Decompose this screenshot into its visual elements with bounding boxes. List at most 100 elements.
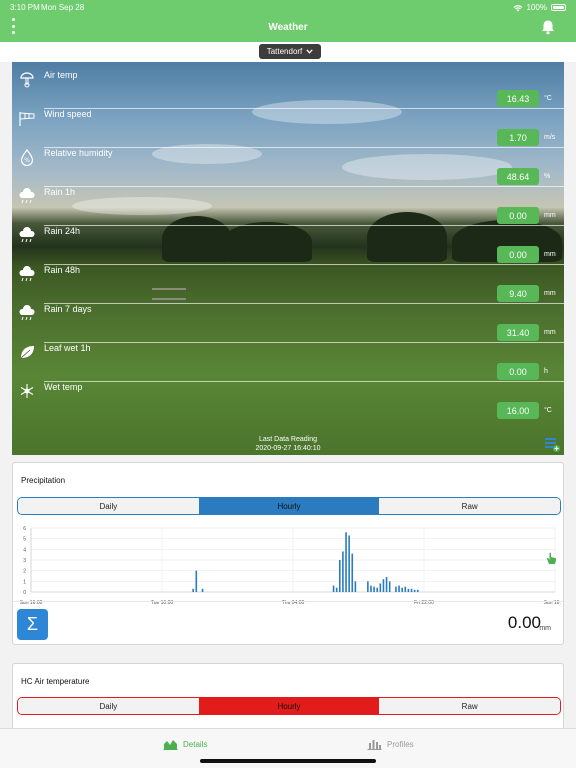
svg-text:%: % xyxy=(24,157,30,164)
precipitation-bar xyxy=(379,583,382,592)
y-tick-label: 3 xyxy=(23,558,26,564)
rain-48h-icon xyxy=(19,266,35,282)
humidity-icon: % xyxy=(20,149,34,166)
wifi-icon xyxy=(513,4,522,11)
precipitation-bar xyxy=(404,586,407,592)
sensor-row-rain-7days[interactable]: Rain 7 days 31.40 mm xyxy=(12,296,564,343)
sensor-label: Relative humidity xyxy=(44,148,113,158)
tab-hourly[interactable]: Hourly xyxy=(198,498,380,514)
sensor-label: Wet temp xyxy=(44,382,83,392)
sensor-row-leaf-wet[interactable]: Leaf wet 1h 0.00 h xyxy=(12,335,564,382)
tab-hourly[interactable]: Hourly xyxy=(198,698,380,714)
precipitation-unit: mm xyxy=(539,625,551,632)
sensor-row-rain-48h[interactable]: Rain 48h 9.40 mm xyxy=(12,257,564,304)
y-tick-label: 0 xyxy=(23,590,26,596)
precipitation-bar xyxy=(370,585,372,592)
sum-button[interactable]: Σ xyxy=(17,609,48,640)
location-value: Tattendorf xyxy=(266,47,303,56)
precipitation-bar xyxy=(338,560,341,592)
page-title: Weather xyxy=(268,22,308,33)
air-temperature-card: HC Air temperature Daily Hourly Raw xyxy=(12,663,564,733)
precipitation-bar xyxy=(398,585,400,592)
sensor-label: Air temp xyxy=(44,70,78,80)
precipitation-bar xyxy=(385,577,388,592)
leaf-wetness-icon xyxy=(20,346,34,359)
tab-daily[interactable]: Daily xyxy=(18,498,199,514)
sensor-row-wind-speed[interactable]: Wind speed 1.70 m/s xyxy=(12,101,564,148)
sensor-row-air-temp[interactable]: Air temp 16.43 °C xyxy=(12,62,564,109)
precipitation-bar xyxy=(201,588,204,592)
sensor-row-wet-temp[interactable]: Wet temp 16.00 °C xyxy=(12,374,564,419)
y-tick-label: 6 xyxy=(23,526,26,532)
precipitation-bar xyxy=(395,586,397,592)
card-divider xyxy=(13,601,563,602)
battery-icon xyxy=(551,4,566,11)
last-reading-label: Last Data Reading xyxy=(259,436,317,443)
home-indicator xyxy=(200,759,376,763)
pan-gesture-icon[interactable] xyxy=(544,551,558,565)
area-chart-icon xyxy=(163,740,178,750)
precipitation-bar xyxy=(413,589,416,592)
sensor-panel: Air temp 16.43 °C Wind speed 1.70 m/s % … xyxy=(12,62,564,455)
tab-raw[interactable]: Raw xyxy=(379,698,560,714)
sensor-value: 16.00 xyxy=(497,402,539,419)
sensor-label: Rain 7 days xyxy=(44,304,92,314)
tab-profiles[interactable]: Profiles xyxy=(367,738,414,750)
precipitation-chart[interactable]: 0 1 2 3 4 5 6 Sun 16:00 Tue 10:00 Thu 04:00 Fri 22… xyxy=(17,522,567,612)
precipitation-bar xyxy=(348,535,350,592)
last-reading: Last Data Reading 2020-09-27 16:40:10 xyxy=(12,435,564,453)
precipitation-bar xyxy=(382,579,385,592)
precipitation-bar xyxy=(354,581,357,592)
precipitation-bar xyxy=(345,532,347,592)
sensor-row-rain-1h[interactable]: Rain 1h 0.00 mm xyxy=(12,179,564,226)
card-title: Precipitation xyxy=(21,476,66,485)
sensor-row-humidity[interactable]: % Relative humidity 48.64 % xyxy=(12,140,564,187)
status-time: 3:10 PM xyxy=(10,3,40,12)
y-tick-label: 1 xyxy=(23,579,26,585)
bar-chart-icon xyxy=(367,740,382,750)
sensor-label: Rain 24h xyxy=(44,226,81,236)
sensor-label: Rain 1h xyxy=(44,187,76,197)
rain-24h-icon xyxy=(19,227,35,243)
add-list-icon[interactable] xyxy=(544,436,560,452)
wet-temp-icon xyxy=(20,384,34,398)
precipitation-bar xyxy=(376,587,379,592)
precipitation-segmented-control: Daily Hourly Raw xyxy=(17,497,561,515)
location-select[interactable]: Tattendorf xyxy=(259,44,321,59)
navigation-bar: 3:10 PM Mon Sep 28 100% Weather xyxy=(0,0,576,42)
precipitation-bar xyxy=(416,589,419,592)
card-title: HC Air temperature xyxy=(21,677,90,686)
last-reading-value: 2020-09-27 16:40:10 xyxy=(255,445,321,452)
precipitation-bar xyxy=(351,553,354,592)
status-right: 100% xyxy=(513,3,566,12)
y-tick-label: 2 xyxy=(23,569,26,575)
chevron-down-icon xyxy=(306,49,313,54)
precipitation-bar xyxy=(192,588,194,592)
rain-1h-icon xyxy=(19,188,35,204)
precipitation-bar xyxy=(367,581,369,592)
precipitation-card: Precipitation Daily Hourly Raw 0 1 2 3 4 5 6 Su… xyxy=(12,462,567,645)
tab-profiles-label: Profiles xyxy=(387,739,414,749)
precipitation-bar xyxy=(195,570,198,592)
y-tick-label: 4 xyxy=(23,547,26,553)
precipitation-bar xyxy=(407,588,410,592)
precipitation-bar xyxy=(373,586,375,592)
bell-icon[interactable] xyxy=(540,19,556,35)
tab-details[interactable]: Details xyxy=(163,738,207,750)
sensor-label: Leaf wet 1h xyxy=(44,343,91,353)
status-date: Mon Sep 28 xyxy=(41,3,85,12)
precipitation-total: 0.00 xyxy=(507,613,541,632)
sensor-unit: °C xyxy=(544,407,552,414)
temperature-segmented-control: Daily Hourly Raw xyxy=(17,697,561,715)
tab-raw[interactable]: Raw xyxy=(379,498,560,514)
tab-daily[interactable]: Daily xyxy=(18,698,199,714)
precipitation-bar xyxy=(401,587,403,592)
precipitation-bar xyxy=(332,585,335,592)
precipitation-bar xyxy=(342,551,344,592)
precipitation-bar xyxy=(335,587,338,592)
sensor-label: Wind speed xyxy=(44,109,92,119)
thermometer-icon xyxy=(20,72,34,88)
precipitation-bar xyxy=(410,588,413,592)
sensor-row-rain-24h[interactable]: Rain 24h 0.00 mm xyxy=(12,218,564,265)
sensor-label: Rain 48h xyxy=(44,265,81,275)
